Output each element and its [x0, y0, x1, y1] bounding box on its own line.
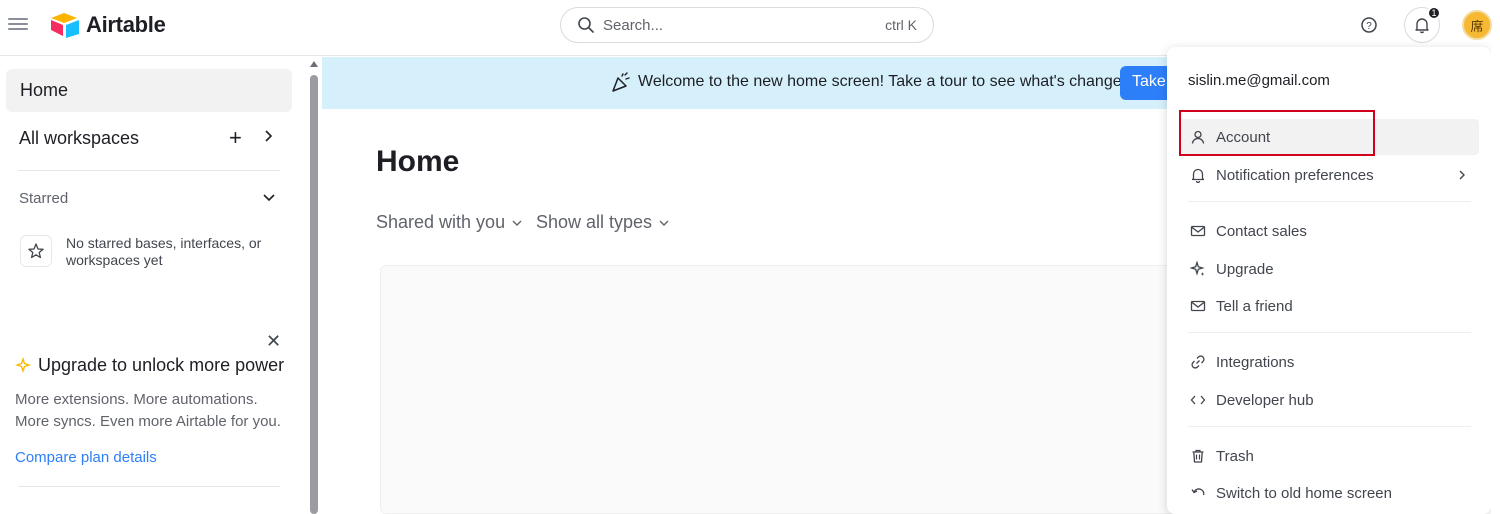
star-icon — [20, 235, 52, 267]
upgrade-title-text: Upgrade to unlock more power — [38, 355, 285, 375]
sparkle-icon — [15, 356, 32, 373]
page-title: Home — [376, 145, 460, 178]
menu-item-upgrade[interactable]: Upgrade — [1179, 251, 1479, 287]
menu-item-contact-sales[interactable]: Contact sales — [1179, 213, 1479, 249]
dropdown-label: Shared with you — [376, 212, 506, 232]
menu-item-tell-a-friend[interactable]: Tell a friend — [1179, 288, 1479, 324]
undo-icon — [1189, 484, 1207, 502]
menu-item-notification-preferences[interactable]: Notification preferences — [1179, 157, 1479, 193]
sparkle-icon — [1189, 260, 1207, 278]
menu-item-label: Switch to old home screen — [1216, 484, 1392, 502]
bell-icon — [1415, 18, 1429, 34]
divider — [18, 486, 280, 487]
menu-divider — [1188, 426, 1471, 427]
code-icon — [1189, 391, 1207, 409]
chevron-right-icon[interactable] — [262, 129, 274, 143]
menu-item-integrations[interactable]: Integrations — [1179, 344, 1479, 380]
content-panel — [380, 265, 1180, 514]
scroll-up-arrow-icon[interactable] — [310, 61, 318, 67]
show-all-types-dropdown[interactable]: Show all types — [536, 212, 670, 233]
svg-text:?: ? — [1366, 21, 1372, 32]
hamburger-menu-icon[interactable] — [8, 15, 28, 35]
shared-with-you-dropdown[interactable]: Shared with you — [376, 212, 523, 233]
avatar[interactable]: 席 — [1462, 10, 1492, 40]
close-icon[interactable]: ✕ — [266, 331, 281, 352]
airtable-logo-icon — [51, 13, 79, 38]
menu-divider — [1188, 201, 1471, 202]
menu-item-trash[interactable]: Trash — [1179, 438, 1479, 474]
menu-divider — [1188, 332, 1471, 333]
chevron-right-icon — [1459, 170, 1465, 180]
menu-item-switch-old-home[interactable]: Switch to old home screen — [1179, 475, 1479, 511]
sidebar-item-home[interactable]: Home — [6, 69, 292, 112]
mail-icon — [1189, 297, 1207, 315]
sidebar-item-all-workspaces[interactable]: All workspaces — [6, 117, 292, 160]
link-icon — [1189, 353, 1207, 371]
chevron-down-icon — [659, 220, 669, 226]
dropdown-label: Show all types — [536, 212, 653, 232]
menu-item-label: Contact sales — [1216, 222, 1307, 240]
chevron-down-icon[interactable] — [262, 192, 276, 204]
add-workspace-icon[interactable]: + — [229, 125, 242, 151]
menu-scrollbar[interactable] — [1491, 47, 1500, 514]
upgrade-description: More extensions. More automations. More … — [15, 391, 281, 430]
menu-item-label: Upgrade — [1216, 260, 1274, 278]
scrollbar-thumb[interactable] — [310, 75, 318, 514]
chevron-down-icon — [512, 220, 522, 226]
mail-icon — [1189, 222, 1207, 240]
upgrade-title: Upgrade to unlock more power — [15, 355, 284, 376]
notifications-button[interactable]: 1 — [1404, 6, 1441, 43]
menu-item-developer-hub[interactable]: Developer hub — [1179, 382, 1479, 418]
trash-icon — [1189, 447, 1207, 465]
search-icon — [578, 17, 594, 33]
menu-item-label: Developer hub — [1216, 391, 1314, 409]
party-popper-icon — [612, 72, 630, 92]
notification-badge: 1 — [1427, 6, 1441, 20]
divider — [18, 170, 280, 171]
compare-plan-link[interactable]: Compare plan details — [15, 449, 157, 466]
menu-item-label: Trash — [1216, 447, 1254, 465]
menu-item-label: Integrations — [1216, 353, 1295, 371]
bell-icon — [1189, 166, 1207, 184]
starred-section-header[interactable]: Starred — [19, 190, 68, 207]
user-email: sislin.me@gmail.com — [1188, 72, 1330, 89]
sidebar: Home All workspaces + Starred No starred… — [0, 57, 306, 514]
search-shortcut-hint: ctrl K — [885, 17, 917, 33]
starred-empty-text: No starred bases, interfaces, or workspa… — [66, 235, 262, 268]
airtable-logo[interactable]: Airtable — [50, 12, 166, 38]
search-placeholder: Search... — [603, 16, 664, 34]
sidebar-scrollbar[interactable] — [306, 57, 322, 514]
help-button[interactable]: ? — [1359, 15, 1379, 35]
help-icon: ? — [1361, 17, 1377, 33]
account-highlight-box — [1179, 110, 1375, 156]
menu-item-label: Notification preferences — [1216, 166, 1374, 184]
banner-text: Welcome to the new home screen! Take a t… — [638, 73, 1135, 90]
logo-text: Airtable — [86, 12, 166, 37]
search-input[interactable]: Search... ctrl K — [560, 7, 934, 43]
menu-item-label: Tell a friend — [1216, 297, 1293, 315]
